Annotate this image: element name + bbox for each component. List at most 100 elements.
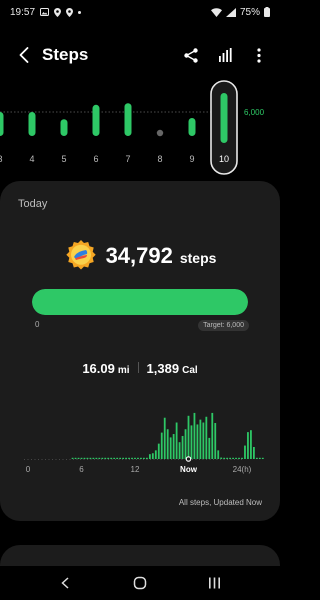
location-icon [66,7,74,17]
back-button[interactable] [14,43,34,67]
share-button[interactable] [182,46,200,64]
hour-bar [232,457,234,459]
status-left: 19:57 [10,6,82,18]
hour-bar [250,430,252,459]
day-bar-9 [188,118,196,136]
hour-bar [104,457,107,459]
hour-bar [71,457,74,459]
hour-tick-label: 24(h) [233,465,252,474]
hour-bar [196,424,199,459]
hour-bar [95,457,98,459]
hour-tick-label: 0 [26,465,31,474]
hour-bar [89,457,92,459]
target-badge: Target: 6,000 [198,320,249,331]
nav-home-button[interactable] [126,569,154,597]
day-bar-5 [60,119,68,136]
bar-chart-icon [219,48,232,62]
hour-bar [202,422,205,459]
hour-bar [98,457,101,459]
calories-value: 1,389 [146,361,180,376]
hour-bar [241,457,243,459]
day-label-5: 5 [61,154,66,164]
week-steps-chart[interactable]: 6,000 3 4 5 6 7 8 9 10 [0,80,280,176]
hour-bar [229,457,232,459]
hour-bar [172,434,175,459]
hour-bar [86,457,89,459]
day-bar-4 [28,112,36,136]
hour-bar [122,457,125,459]
location-icon [54,7,62,17]
hour-bar [187,415,190,459]
day-label-4: 4 [29,154,34,164]
hour-bar [199,419,202,459]
card-label-today: Today [18,198,48,210]
hour-bar [238,457,240,459]
hour-bar [154,450,157,459]
steps-progress-fill [32,289,248,315]
day-label-7: 7 [125,154,130,164]
hour-bar [193,412,196,459]
wifi-icon [210,7,222,17]
hour-bar [157,443,160,459]
app-actions [182,46,268,64]
hour-bar [205,416,208,459]
hour-bar [247,432,249,459]
day-label-3: 3 [0,154,3,164]
nav-home-icon [133,576,147,590]
hour-bar [223,457,226,459]
status-right: 75% [210,7,270,18]
nav-back-icon [61,577,69,589]
nav-recents-icon [209,577,221,589]
hour-bar [113,457,116,459]
status-time: 19:57 [10,6,36,18]
nav-back-button[interactable] [51,569,79,597]
signal-icon [225,7,236,17]
trends-button[interactable] [216,46,234,64]
hour-bar [214,423,217,459]
day-bar-3 [0,112,4,136]
hour-bar [255,457,258,459]
metrics-row: 16.09 mi 1,389 Cal [0,361,280,376]
week-steps-svg: 6,000 3 4 5 6 7 8 9 10 [0,80,265,175]
hour-tick-label: Now [180,465,198,474]
hour-bar [160,432,163,459]
target-line-label: 6,000 [244,108,265,117]
hour-bar [190,425,193,459]
hour-bar [178,442,181,459]
hour-bar [166,429,169,459]
hour-bar [148,454,151,459]
hour-bar [116,457,119,459]
nav-recents-button[interactable] [201,569,229,597]
battery-icon [264,7,270,17]
now-marker [185,456,192,462]
steps-unit: steps [179,250,217,266]
hour-bar [145,457,148,459]
day-label-10: 10 [219,154,229,164]
back-icon [19,47,29,63]
hour-bar [181,435,184,459]
hour-bar [151,453,154,459]
hour-bar [244,445,246,459]
hour-bar [137,457,139,459]
photo-icon [40,8,50,16]
day-bar-7 [124,103,132,136]
hour-bar [107,457,110,459]
day-label-8: 8 [157,154,162,164]
hour-bar [134,457,136,459]
hour-bar [220,457,223,459]
steps-summary: 34,792 steps [0,239,280,273]
day-label-6: 6 [93,154,98,164]
day-label-9: 9 [189,154,194,164]
hour-bar [128,457,130,459]
hour-bar [74,457,77,459]
hour-bar [169,437,172,459]
notification-dot-icon [78,10,82,14]
hour-bar [143,457,145,459]
day-bar-6 [92,104,100,136]
progress-min-label: 0 [35,320,40,329]
more-icon [257,47,261,63]
more-options-button[interactable] [250,46,268,64]
app-bar: Steps [0,38,280,72]
hour-bar [92,457,95,459]
steps-count: 34,792 [105,243,173,268]
